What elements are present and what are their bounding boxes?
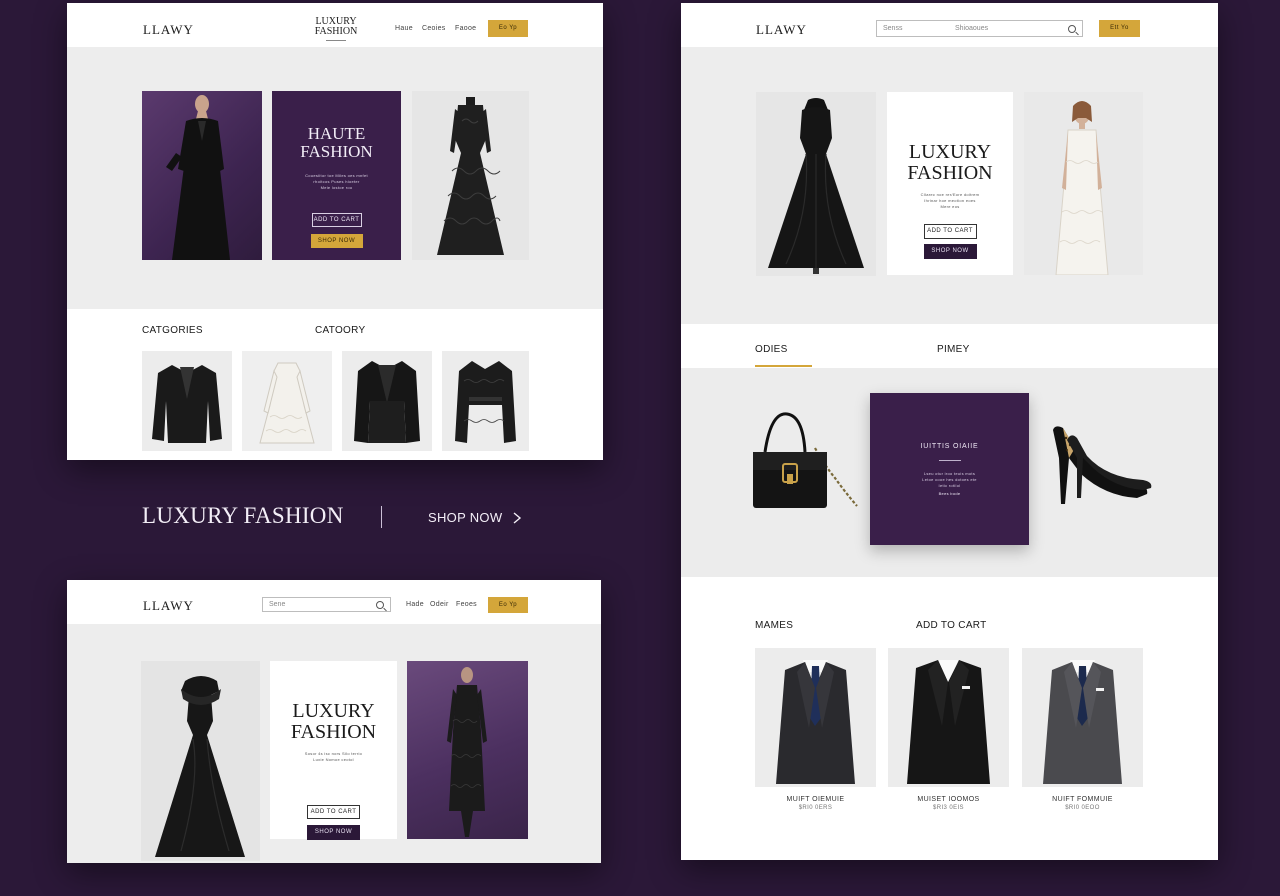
hero-card-title: HAUTE FASHION [300,124,373,161]
hero-card-title: LUXURY FASHION [907,141,993,184]
feature-section: IUITTIS OIAIIE Lseu otur iroo teuis mots… [681,368,1218,577]
nav-link-3[interactable]: Feoes [456,601,477,608]
tagline-shop-now-label: SHOP NOW [428,510,503,525]
shop-now-button[interactable]: SHOP NOW [923,244,977,259]
nav-cta-button[interactable]: Eo Yp [488,597,528,613]
product-caption-2: MUISET IOOMOS $RI3 0EIS [888,796,1009,811]
hero-card: LUXURY FASHION Cllarec noe rer/Eore doit… [887,92,1013,275]
section-label-names: MAMES [755,620,794,631]
panel-luxury-fashion-search: LLAWY Sene Hade Odeir Feoes Eo Yp LUXURY… [67,580,601,863]
feature-card: IUITTIS OIAIIE Lseu otur iroo teuis mots… [870,393,1029,545]
navbar: LLAWY Sene Hade Odeir Feoes Eo Yp [67,580,601,624]
model-white-dress-image[interactable] [1024,92,1143,275]
lace-dress-image[interactable] [412,91,529,260]
off-shoulder-gown-image[interactable] [141,661,260,861]
hero-card-title: LUXURY FASHION [290,700,377,743]
shop-now-button[interactable]: SHOP NOW [310,233,363,248]
navbar: LLAWY LUXURY FASHION Haue Ceoies Faooe E… [67,3,603,49]
nav-cta-button[interactable]: Ett Yo [1099,20,1140,37]
product-suit-1[interactable] [755,648,876,787]
hero-section: HAUTE FASHION Couesiitor toe Miles oes m… [67,47,603,309]
section-label-category: CATOORY [315,325,366,336]
hero-card: HAUTE FASHION Couesiitor toe Miles oes m… [272,91,401,260]
product-price: $RI0 0ERS [798,805,833,811]
model-coat-image[interactable] [142,91,262,260]
product-price: $RI3 0EIS [933,805,964,811]
category-thumb-blazer[interactable] [142,351,232,451]
hero-section: LUXURY FASHION Cllarec noe rer/Eore doit… [681,47,1218,324]
panel-luxury-store: LLAWY Senss Shioaoues Ett Yo LUXURY FASH… [681,3,1218,860]
product-name[interactable]: MUIFT OIEMUIE [755,796,876,803]
nav-link-2[interactable]: Odeir [430,601,449,608]
category-thumb-white-dress[interactable] [242,351,332,451]
tab-active-underline [755,365,812,367]
search-icon[interactable] [376,601,384,609]
hero-card-body: Sosor 4s isc nors Silo terrio Luxie Nomo… [304,751,363,762]
nav-link-1[interactable]: Hade [406,601,424,608]
tagline-divider [381,506,382,528]
heels-image[interactable] [1045,418,1157,510]
product-suit-2[interactable] [888,648,1009,787]
navbar: LLAWY Senss Shioaoues Ett Yo [681,3,1218,49]
hero-card-body: Couesiitor toe Miles oes mnfet rhoitcos … [305,172,368,190]
logo[interactable]: LLAWY [143,22,194,38]
product-name[interactable]: MUISET IOOMOS [888,796,1009,803]
panel-haute-fashion: LLAWY LUXURY FASHION Haue Ceoies Faooe E… [67,3,603,460]
search-icon[interactable] [1068,25,1076,33]
tab-odies[interactable]: ODIES [755,344,788,355]
nav-link-2[interactable]: Ceoies [422,25,446,32]
center-logo[interactable]: LUXURY FASHION [307,17,365,41]
section-label-add-to-cart[interactable]: ADD TO CART [916,620,987,631]
search-input[interactable]: Sene [262,597,391,612]
add-to-cart-button[interactable]: ADD TO CART [307,805,360,819]
product-name[interactable]: NUIFT FOMMUIE [1022,796,1143,803]
arrow-right-icon [512,511,522,524]
category-thumb-lace-coat[interactable] [442,351,529,451]
product-price: $RI0 0EOO [1065,805,1100,811]
product-suit-3[interactable] [1022,648,1143,787]
logo[interactable]: LLAWY [143,598,194,614]
search-placeholder: Senss [883,25,903,32]
section-label-categories: CATGORIES [142,325,203,336]
nav-link-1[interactable]: Haue [395,25,413,32]
product-caption-3: NUIFT FOMMUIE $RI0 0EOO [1022,796,1143,811]
black-gown-image[interactable] [756,92,876,276]
logo[interactable]: LLAWY [756,22,807,38]
hero-section: LUXURY FASHION Sosor 4s isc nors Silo te… [67,624,601,863]
tagline-title: LUXURY FASHION [142,503,344,528]
nav-cta-button[interactable]: Eo Yp [488,20,528,37]
product-caption-1: MUIFT OIEMUIE $RI0 0ERS [755,796,876,811]
search-input[interactable]: Senss Shioaoues [876,20,1083,37]
search-placeholder: Sene [269,601,286,608]
feature-card-divider [938,460,961,461]
search-hint: Shioaoues [955,25,989,32]
feature-card-title: IUITTIS OIAIIE [920,443,979,450]
tab-pimey[interactable]: PIMEY [937,344,970,355]
model-lace-dress-image[interactable] [407,661,528,839]
tab-bar: ODIES PIMEY [681,324,1218,368]
feature-card-body: Lseu otur iroo teuis mots Letoe cooe hes… [922,471,977,488]
add-to-cart-button[interactable]: ADD TO CART [923,224,977,239]
category-thumb-black-jacket[interactable] [342,351,432,451]
feature-card-link[interactable]: Bees bode [939,491,961,497]
tagline-shop-now-link[interactable]: SHOP NOW [428,510,522,525]
nav-link-3[interactable]: Faooe [455,25,476,32]
hero-card-body: Cllarec noe rer/Eore doitrem Ihrinar hoe… [920,192,980,209]
hero-card: LUXURY FASHION Sosor 4s isc nors Silo te… [270,661,397,840]
handbag-image[interactable] [747,408,872,518]
add-to-cart-button[interactable]: ADD TO CART [311,212,362,227]
shop-now-button[interactable]: SHOP NOW [307,825,360,840]
